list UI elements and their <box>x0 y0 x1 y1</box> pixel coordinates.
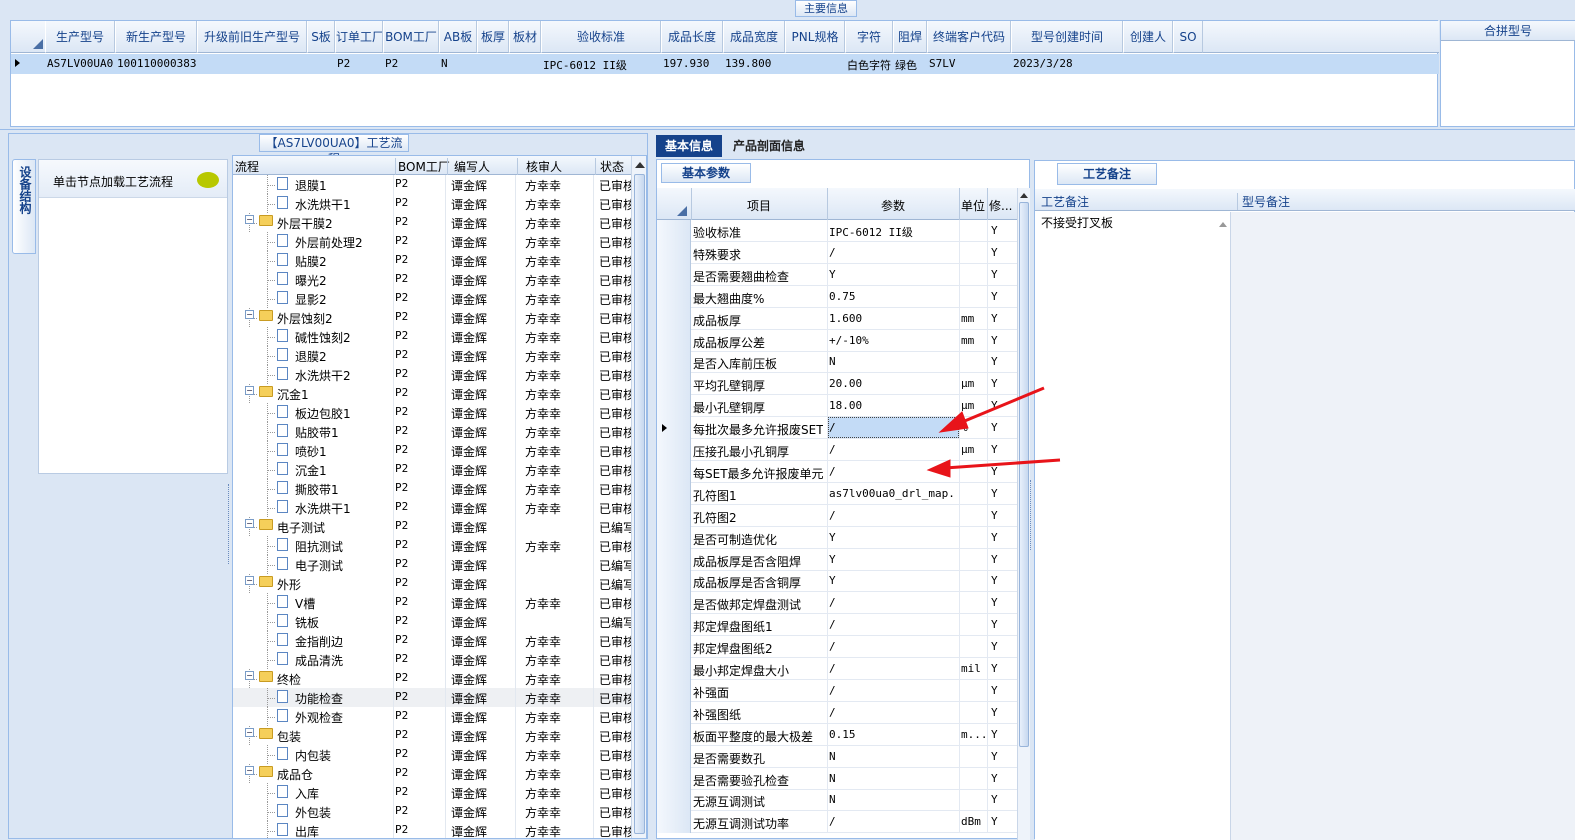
arrow-1 <box>938 386 1045 433</box>
arrow-2 <box>926 458 1061 478</box>
annotation-arrows <box>926 386 1061 478</box>
